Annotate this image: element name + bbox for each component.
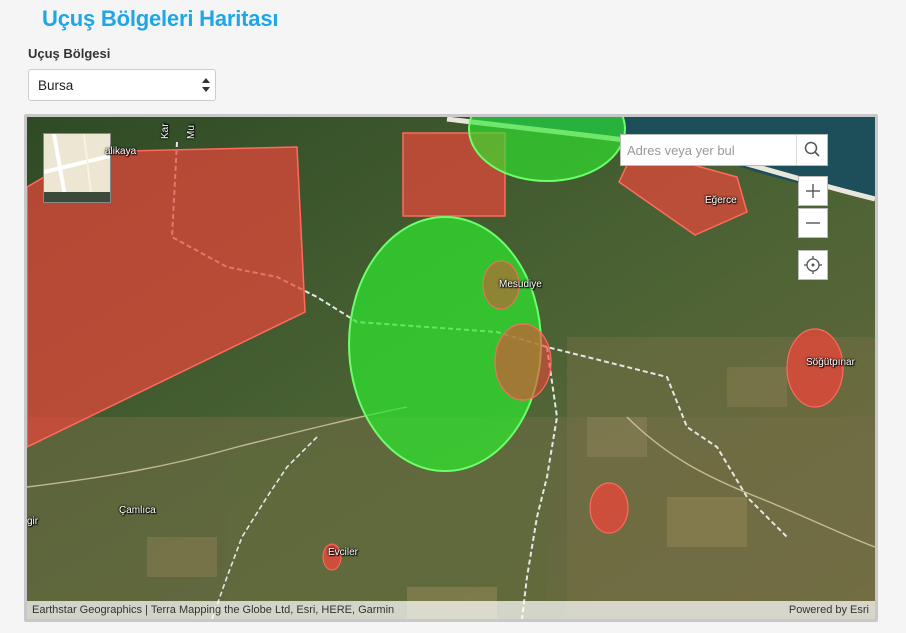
- locate-button[interactable]: [798, 250, 828, 280]
- satellite-basemap: [27, 117, 875, 619]
- zoom-out-button[interactable]: [798, 208, 828, 238]
- powered-by-esri[interactable]: Powered by Esri: [789, 604, 869, 616]
- map-label-camlica: Çamlıca: [119, 505, 156, 516]
- map-label-evciler: Evciler: [328, 547, 359, 558]
- map-view[interactable]: alikaya Kar Mu Mesudiye Eğerce Söğütpına…: [24, 114, 878, 622]
- search-icon: [804, 141, 820, 157]
- zoom-in-button[interactable]: [798, 176, 828, 206]
- map-label-kar: Kar: [160, 123, 171, 139]
- region-select[interactable]: Bursa: [28, 69, 216, 101]
- street-map-thumbnail: [43, 133, 111, 203]
- select-arrows-icon: [202, 78, 210, 92]
- page-title: Uçuş Bölgeleri Haritası: [42, 6, 279, 31]
- restricted-zone-south: [589, 482, 629, 534]
- restricted-zone-sogutpinar: [786, 328, 844, 408]
- search-button[interactable]: [796, 135, 827, 165]
- map-label-mesudiye: Mesudiye: [499, 279, 542, 290]
- restricted-zone-center: [494, 323, 552, 401]
- map-label-alikaya: alikaya: [105, 146, 137, 157]
- address-search-input[interactable]: [621, 135, 796, 165]
- minus-icon: [806, 222, 820, 224]
- crosshair-icon: [804, 256, 822, 274]
- region-label: Uçuş Bölgesi: [28, 46, 111, 61]
- attribution-text: Earthstar Geographics | Terra Mapping th…: [32, 604, 395, 616]
- map-label-gir: gir: [27, 516, 39, 527]
- map-attribution: Earthstar Geographics | Terra Mapping th…: [27, 601, 875, 619]
- address-search: [620, 134, 828, 166]
- plus-icon: [806, 184, 820, 198]
- map-label-mu: Mu: [186, 125, 197, 139]
- map-label-egerce: Eğerce: [705, 195, 737, 206]
- map-label-sogutpinar: Söğütpınar: [806, 357, 855, 368]
- region-select-value: Bursa: [38, 78, 74, 93]
